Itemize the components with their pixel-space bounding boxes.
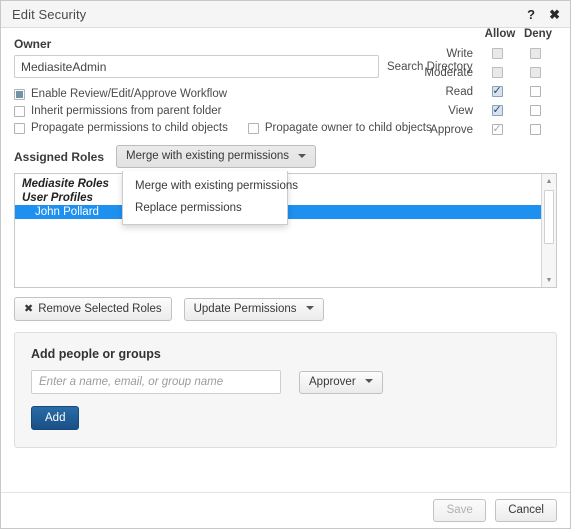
listbox-scrollbar[interactable]: ▲ ▼	[541, 174, 556, 287]
add-button[interactable]: Add	[31, 406, 80, 430]
chevron-down-icon	[364, 379, 373, 384]
merge-dropdown-wrap: Merge with existing permissions Merge wi…	[116, 145, 317, 225]
checkbox-deny-approve[interactable]	[529, 124, 541, 135]
chevron-down-icon	[305, 306, 314, 311]
checkbox-allow-read[interactable]	[491, 84, 503, 97]
permission-allow-cell-write[interactable]	[481, 48, 519, 59]
add-role-select-button[interactable]: Approver	[299, 370, 383, 394]
menu-item-replace[interactable]: Replace permissions	[123, 197, 287, 219]
add-people-heading: Add people or groups	[31, 347, 161, 361]
checkbox-propagate-owner[interactable]	[247, 122, 259, 134]
remove-selected-roles-label: Remove Selected Roles	[38, 303, 162, 315]
checkbox-allow-write[interactable]	[491, 48, 503, 59]
checkbox-deny-read[interactable]	[529, 86, 541, 97]
permission-allow-cell-read[interactable]	[481, 84, 519, 97]
add-role-select-label: Approver	[309, 375, 356, 388]
permission-allow-cell-approve[interactable]	[481, 122, 519, 135]
permission-row-approve: Approve	[407, 120, 557, 139]
permission-row-read: Read	[407, 82, 557, 101]
permission-label-moderate: Moderate	[424, 66, 473, 79]
permission-allow-cell-moderate[interactable]	[481, 67, 519, 78]
permission-deny-cell-write[interactable]	[519, 48, 557, 59]
option-group-propagate-owner: Propagate owner to child objects	[247, 122, 432, 134]
permissions-grid: Allow Deny Write Moderate Read View	[407, 28, 557, 139]
permission-label-approve: Approve	[430, 123, 473, 136]
permissions-header-row: Allow Deny	[407, 28, 557, 40]
dialog-title: Edit Security	[12, 6, 87, 22]
checkbox-allow-moderate[interactable]	[491, 67, 503, 78]
permission-row-view: View	[407, 101, 557, 120]
assigned-roles-label: Assigned Roles	[14, 149, 105, 164]
merge-mode-dropdown-button[interactable]: Merge with existing permissions	[116, 145, 317, 168]
checkbox-allow-view[interactable]	[491, 103, 503, 116]
scroll-down-arrow-icon[interactable]: ▼	[542, 273, 556, 287]
update-permissions-label: Update Permissions	[193, 302, 297, 315]
merge-mode-dropdown-menu: Merge with existing permissions Replace …	[122, 171, 298, 225]
scroll-up-arrow-icon[interactable]: ▲	[542, 174, 556, 188]
checkbox-deny-write[interactable]	[529, 48, 541, 59]
permissions-col-allow: Allow	[484, 28, 516, 40]
checkbox-enable-workflow[interactable]	[14, 88, 25, 100]
option-label-propagate-permissions: Propagate permissions to child objects	[31, 122, 228, 134]
permission-allow-cell-view[interactable]	[481, 103, 519, 116]
add-people-panel: Add people or groups Approver Add	[14, 332, 557, 448]
dialog-titlebar: Edit Security ? ✖	[1, 1, 570, 28]
checkbox-inherit-permissions[interactable]	[14, 105, 25, 117]
dialog-body: Owner Search Directory Enable Review/Edi…	[1, 28, 570, 448]
checkbox-allow-approve[interactable]	[491, 122, 503, 135]
remove-selected-roles-button[interactable]: ✖ Remove Selected Roles	[14, 297, 172, 321]
owner-input[interactable]	[14, 55, 379, 78]
checkbox-propagate-permissions[interactable]	[14, 122, 25, 134]
scrollbar-thumb[interactable]	[544, 190, 554, 244]
edit-security-dialog: Edit Security ? ✖ Owner Search Directory…	[0, 0, 571, 529]
assigned-roles-header: Assigned Roles Merge with existing permi…	[14, 145, 557, 225]
add-people-input[interactable]	[31, 370, 281, 394]
permission-label-write: Write	[446, 47, 473, 60]
roles-action-row: ✖ Remove Selected Roles Update Permission…	[14, 297, 557, 321]
checkbox-deny-moderate[interactable]	[529, 67, 541, 78]
dialog-footer: Save Cancel	[1, 492, 570, 528]
help-icon[interactable]: ?	[527, 8, 535, 21]
permission-deny-cell-approve[interactable]	[519, 124, 557, 135]
option-label-inherit-permissions: Inherit permissions from parent folder	[31, 105, 222, 117]
permission-label-view: View	[448, 104, 473, 117]
permissions-col-deny: Deny	[523, 28, 553, 40]
update-permissions-button[interactable]: Update Permissions	[183, 297, 324, 321]
permission-label-read: Read	[445, 85, 474, 98]
permission-deny-cell-view[interactable]	[519, 105, 557, 116]
cancel-button[interactable]: Cancel	[495, 499, 557, 522]
chevron-down-icon	[298, 153, 307, 158]
permission-row-moderate: Moderate	[407, 63, 557, 82]
permission-deny-cell-read[interactable]	[519, 86, 557, 97]
save-button[interactable]: Save	[433, 499, 487, 522]
option-label-enable-workflow: Enable Review/Edit/Approve Workflow	[31, 88, 228, 100]
checkbox-deny-view[interactable]	[529, 105, 541, 116]
add-people-row: Approver	[31, 370, 540, 394]
x-mark-icon: ✖	[24, 302, 34, 315]
merge-mode-dropdown-label: Merge with existing permissions	[126, 150, 290, 162]
menu-item-merge[interactable]: Merge with existing permissions	[123, 175, 298, 197]
permission-row-write: Write	[407, 44, 557, 63]
permission-deny-cell-moderate[interactable]	[519, 67, 557, 78]
close-icon[interactable]: ✖	[549, 8, 560, 21]
